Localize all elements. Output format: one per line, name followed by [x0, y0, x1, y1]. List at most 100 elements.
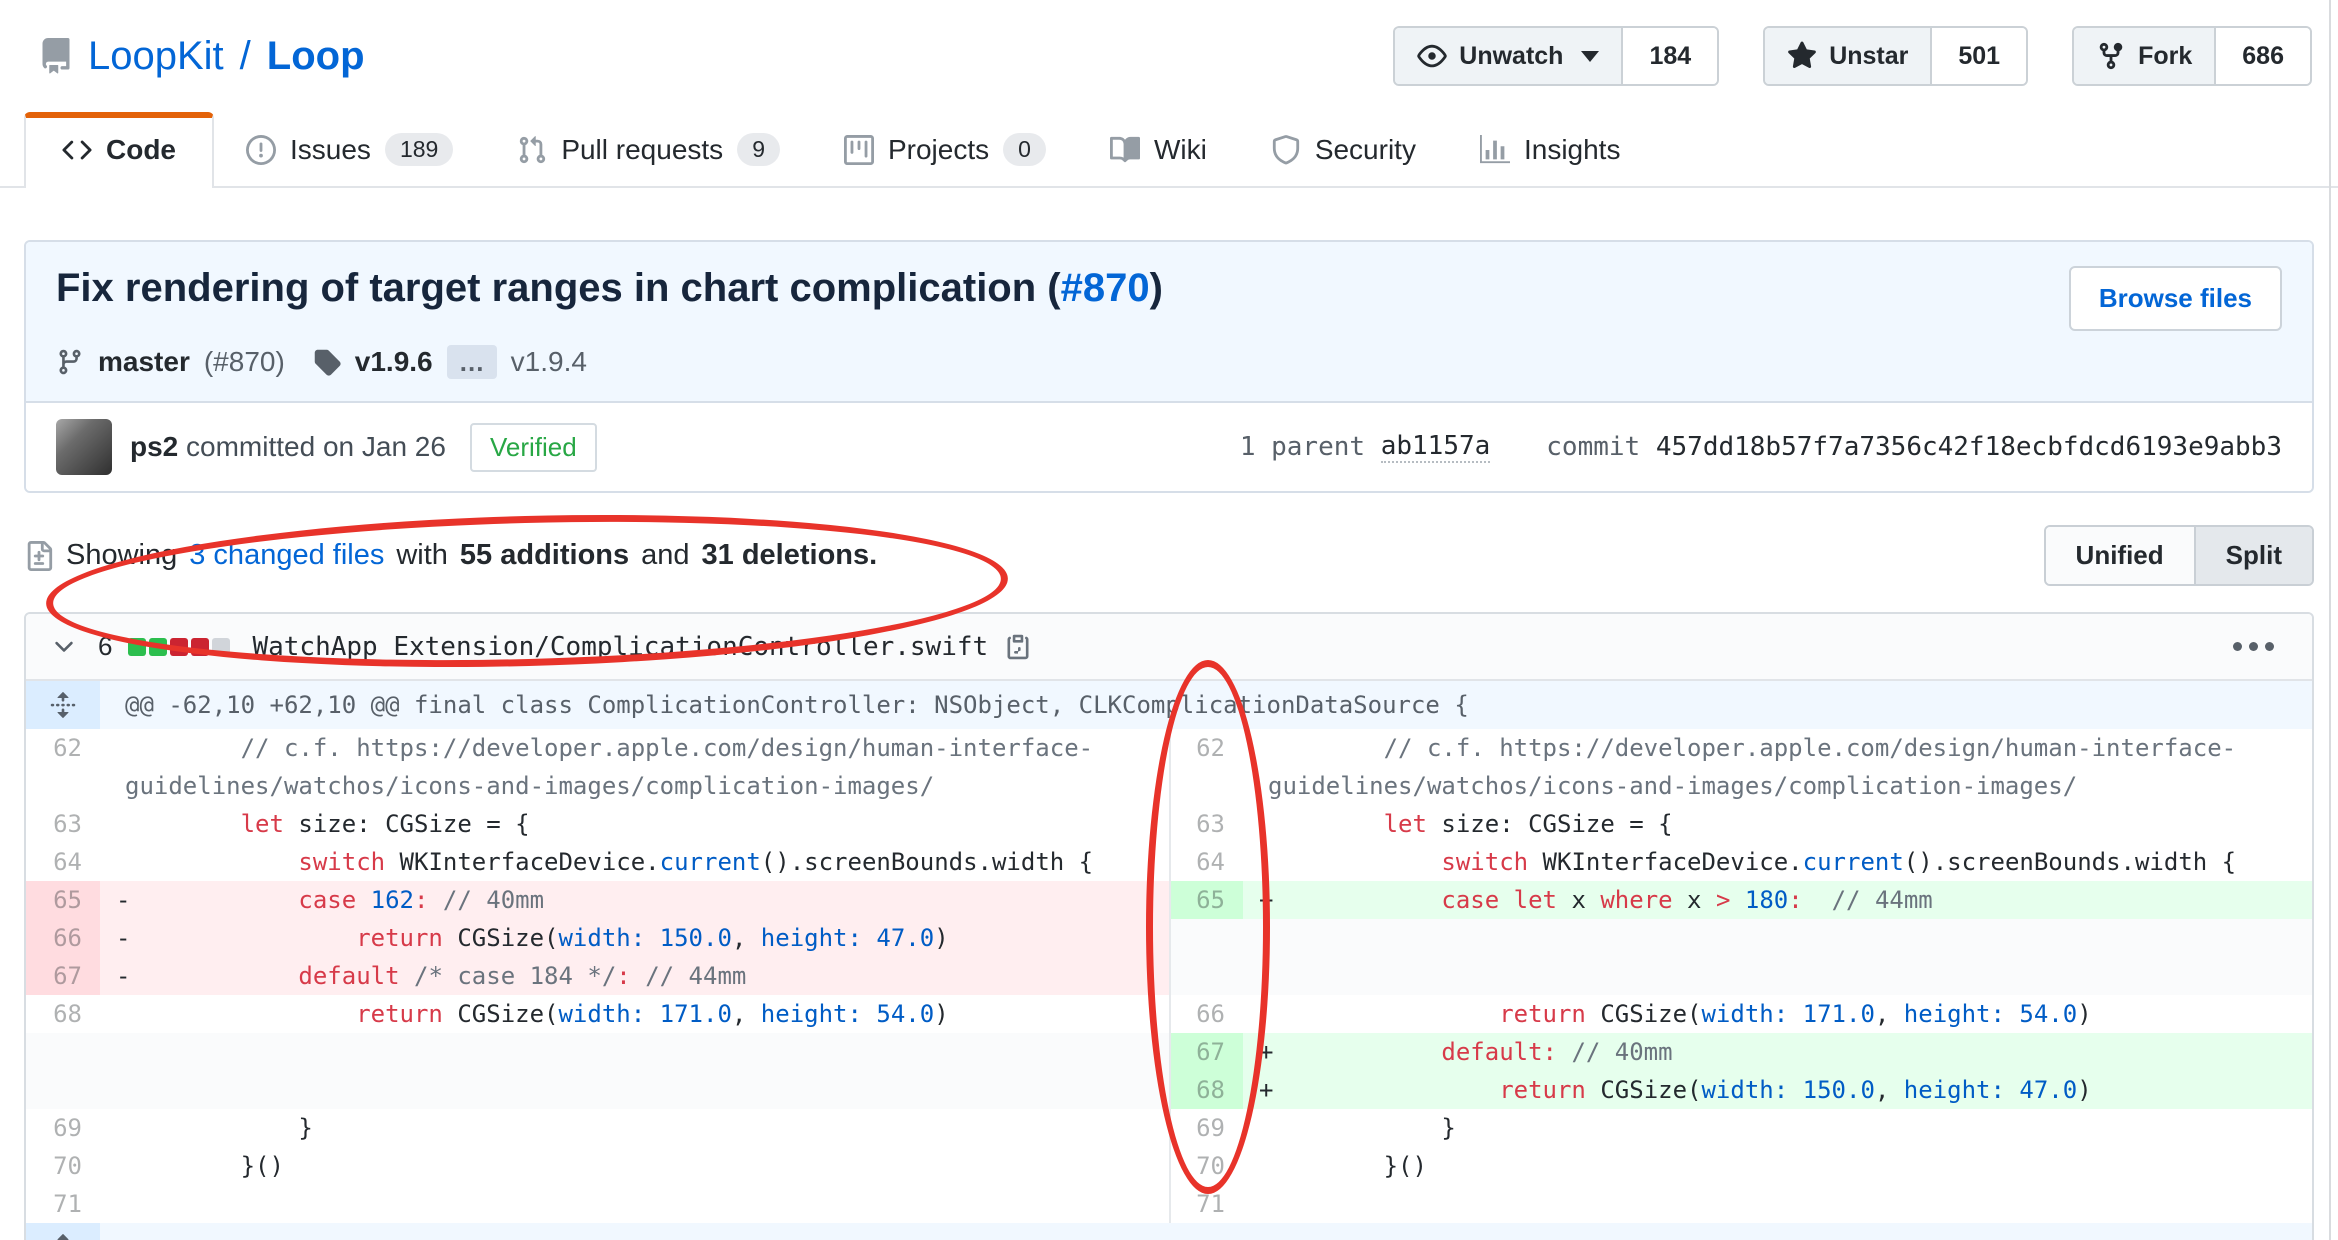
- pr-link[interactable]: #870: [1061, 266, 1150, 310]
- browse-files-button[interactable]: Browse files: [2068, 266, 2282, 331]
- code-line: - case 162: // 40mm: [100, 881, 1169, 919]
- star-count[interactable]: 501: [1932, 28, 2027, 84]
- line-number[interactable]: 67: [1169, 1033, 1243, 1071]
- unified-button[interactable]: Unified: [2045, 527, 2194, 584]
- file-header: 6 WatchApp Extension/ComplicationControl…: [26, 614, 2312, 681]
- fork-count[interactable]: 686: [2216, 28, 2310, 84]
- repo-name-link[interactable]: Loop: [267, 34, 365, 79]
- diff-row: 66- return CGSize(width: 150.0, height: …: [26, 919, 2312, 957]
- diffstat-block-neutral: [212, 637, 231, 656]
- tag-previous[interactable]: v1.9.4: [511, 346, 587, 378]
- with-label: with: [396, 539, 448, 571]
- branch-name[interactable]: master: [98, 346, 190, 378]
- pull-request-icon: [520, 135, 546, 163]
- tab-insights[interactable]: Insights: [1448, 114, 1653, 186]
- deletion-marker: -: [116, 886, 131, 914]
- line-number[interactable]: 62: [26, 729, 100, 805]
- line-number[interactable]: 64: [1169, 843, 1243, 881]
- tab-wiki[interactable]: Wiki: [1078, 114, 1239, 186]
- split-button[interactable]: Split: [2193, 527, 2312, 584]
- tab-wiki-label: Wiki: [1153, 134, 1207, 165]
- file-options-kebab-button[interactable]: [2219, 632, 2288, 661]
- addition-marker: +: [1259, 1038, 1274, 1066]
- pull-requests-counter: 9: [737, 133, 780, 166]
- line-number[interactable]: 64: [26, 843, 100, 881]
- line-number[interactable]: 62: [1169, 729, 1243, 805]
- repo-owner-link[interactable]: LoopKit: [88, 34, 224, 79]
- line-number[interactable]: 67: [26, 957, 100, 995]
- diff-row: 65- case 162: // 40mm 65 + case let x wher…: [26, 881, 2312, 919]
- tag-latest[interactable]: v1.9.6: [355, 346, 433, 378]
- diffstat-blocks: [128, 637, 231, 656]
- line-number[interactable]: 65: [26, 881, 100, 919]
- committed-date: committed on Jan 26: [186, 431, 446, 462]
- line-number[interactable]: 66: [26, 919, 100, 957]
- showing-label: Showing: [66, 539, 178, 571]
- commit-label: commit: [1546, 432, 1641, 462]
- branch-row: master (#870) v1.9.6 … v1.9.4: [56, 345, 2282, 379]
- copy-path-button[interactable]: [1004, 633, 1032, 661]
- line-number[interactable]: 69: [1169, 1109, 1243, 1147]
- line-number[interactable]: 68: [26, 995, 100, 1033]
- line-number[interactable]: 71: [26, 1185, 100, 1223]
- clipboard-icon: [1007, 634, 1029, 659]
- line-number[interactable]: 69: [26, 1109, 100, 1147]
- line-number[interactable]: 65: [1169, 881, 1243, 919]
- additions-count: 55 additions: [459, 539, 630, 571]
- tab-security[interactable]: Security: [1239, 114, 1448, 186]
- diff-row: 63 let size: CGSize = {63 let size: CGSi…: [26, 805, 2312, 843]
- code-line: - default /* case 184 */: // 44mm: [100, 957, 1169, 995]
- issue-opened-icon: [246, 134, 276, 165]
- line-number[interactable]: 66: [1169, 995, 1243, 1033]
- parent-label: 1 parent: [1239, 432, 1366, 462]
- line-number[interactable]: 70: [26, 1147, 100, 1185]
- deletion-marker: -: [116, 962, 131, 990]
- commit-title-suffix: ): [1149, 266, 1163, 310]
- author-name[interactable]: ps2: [130, 431, 178, 462]
- line-number[interactable]: 71: [1169, 1185, 1243, 1223]
- star-button-group: Unstar 501: [1763, 26, 2029, 86]
- fork-button[interactable]: Fork: [2074, 28, 2217, 84]
- unstar-button[interactable]: Unstar: [1765, 28, 1933, 84]
- commit-sha-meta: 1 parent ab1157a commit 457dd18b57f7a735…: [1240, 431, 2282, 463]
- social-buttons: Unwatch 184 Unstar 501 Fork 686: [1393, 26, 2312, 86]
- changed-files-link[interactable]: 3 changed files: [189, 539, 384, 572]
- verified-badge[interactable]: Verified: [469, 422, 597, 472]
- code-line: let size: CGSize = {: [1243, 805, 2312, 843]
- tab-projects[interactable]: Projects 0: [812, 113, 1078, 186]
- empty-gutter: [26, 1071, 100, 1109]
- line-number[interactable]: 63: [1169, 805, 1243, 843]
- diff-stats-line: Showing 3 changed files with 55 addition…: [24, 539, 877, 572]
- code-line: switch WKInterfaceDevice.current().scree…: [100, 843, 1169, 881]
- diff-table: @@ -62,10 +62,10 @@ final class Complica…: [26, 681, 2312, 1240]
- diffstat-block-added: [149, 637, 168, 656]
- author-avatar[interactable]: [56, 419, 112, 475]
- expand-below-button[interactable]: [26, 1223, 100, 1240]
- diff-view-toggle: Unified Split: [2043, 525, 2314, 586]
- code-line: }: [100, 1109, 1169, 1147]
- hunk-header: [100, 1223, 2312, 1240]
- line-number[interactable]: 70: [1169, 1147, 1243, 1185]
- expand-hunk-button[interactable]: [26, 681, 100, 729]
- parent-sha-link[interactable]: ab1157a: [1380, 431, 1491, 463]
- file-diff-icon: [27, 540, 53, 571]
- hunk-header: @@ -62,10 +62,10 @@ final class Complica…: [100, 681, 2312, 729]
- collapse-file-button[interactable]: [50, 633, 78, 661]
- issues-counter: 189: [384, 133, 454, 166]
- unwatch-button[interactable]: Unwatch: [1395, 28, 1624, 84]
- line-number[interactable]: 68: [1169, 1071, 1243, 1109]
- tab-code[interactable]: Code: [24, 112, 214, 188]
- repo-tabs: Code Issues 189 Pull requests 9 Projects…: [0, 112, 2338, 188]
- diff-row: 62 // c.f. https://developer.apple.com/d…: [26, 729, 2312, 805]
- line-number[interactable]: 63: [26, 805, 100, 843]
- watch-count[interactable]: 184: [1623, 28, 1718, 84]
- tab-pull-requests[interactable]: Pull requests 9: [485, 113, 812, 186]
- more-tags-button[interactable]: …: [446, 345, 497, 379]
- diffstat-block-deleted: [191, 637, 210, 656]
- projects-counter: 0: [1003, 133, 1046, 166]
- empty-gutter: [1169, 957, 1243, 995]
- tab-issues[interactable]: Issues 189: [214, 113, 485, 186]
- fork-icon: [2099, 42, 2123, 70]
- empty-gutter: [26, 1033, 100, 1071]
- repo-icon: [42, 38, 70, 74]
